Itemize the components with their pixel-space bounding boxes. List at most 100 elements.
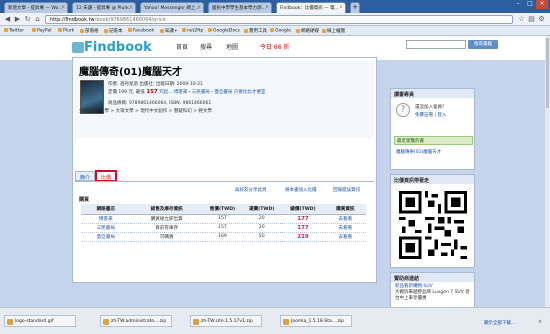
book-info: 魔腦傳奇(01)魔腦天才 作者: 週丹星遊 出版社: 出版日期: 2009-10… [75, 60, 374, 138]
bookmark[interactable]: 記帳本 [104, 28, 123, 34]
question-icon: ? [396, 103, 410, 117]
window-close-icon[interactable]: × [536, 0, 548, 9]
scrollbar-thumb[interactable] [546, 38, 549, 108]
total-cell: 177 [281, 223, 325, 233]
qr-code-image [399, 191, 467, 259]
new-tab-button[interactable]: + [350, 2, 360, 13]
star-icon[interactable]: ☆ [517, 15, 526, 24]
bookmarks-bar: Twitter PayPal Plurk 部落格 記帳本 Facebook 知識… [0, 26, 550, 36]
go-link[interactable]: 去看看 [324, 214, 366, 224]
download-item[interactable]: zh-TW.site.1.5.17v1.zip [190, 315, 262, 327]
bookmark[interactable]: Google [270, 28, 291, 34]
browser-tab-bar: 新增文章 - 提昇專 — Wo... × 12 未讀 - 提昇專 @ Plurk.… [0, 0, 550, 13]
share-link[interactable]: 與好友分享此頁 [235, 187, 267, 193]
search-input[interactable] [406, 40, 466, 49]
show-all-downloads-link[interactable]: 顯示全部下載... [484, 320, 515, 326]
bookmark[interactable]: GoogleDocs [208, 28, 240, 34]
member-box-title: 讀書專員 [391, 89, 474, 98]
search-button[interactable]: 搜尋書籍 [468, 40, 498, 49]
col-header: 售價(TWD) [202, 204, 243, 215]
table-header-row: 網路書店 銷售及庫存資訊 售價(TWD) 運費(TWD) 總價(TWD) 購買資… [81, 204, 366, 215]
price-line: 定價 199 元, 最低 157 元起... 博客來・三民書局・蓋亞書局 只要比… [108, 89, 265, 95]
recent-book-link[interactable]: 魔腦傳奇(01)魔腦天才 [396, 149, 441, 155]
download-item[interactable]: Joomla_1.5.18-Sta....zip [280, 315, 352, 327]
download-item[interactable]: logo-standard.gif [4, 315, 76, 327]
browser-tab[interactable]: 國民中學學生基本學力測... × [208, 2, 272, 13]
wrench-icon[interactable]: ⚙ [537, 15, 546, 24]
total-cell: 219 [281, 232, 325, 242]
tab-divider [75, 181, 374, 182]
table-row: 蓋亞書局 可購買 169 50 219 去看看 [81, 232, 366, 242]
bookmark[interactable]: 知識+ [160, 28, 178, 34]
bookmark[interactable]: Plurk [58, 28, 74, 34]
go-link[interactable]: 去看看 [324, 223, 366, 233]
close-icon[interactable]: × [265, 5, 269, 10]
close-icon[interactable]: × [61, 5, 65, 10]
bookmark[interactable]: Twitter [4, 28, 24, 34]
findbook-logo[interactable]: Findbook [70, 40, 156, 56]
bookmark[interactable]: 網路硬碟 [296, 28, 319, 34]
report-error-link[interactable]: 回報錯誤資訊 [333, 187, 360, 193]
close-icon[interactable]: × [197, 5, 201, 10]
page-menu-icon[interactable]: ▤ [527, 15, 536, 24]
url-path: /book/9789861466064/price [94, 17, 166, 23]
store-link[interactable]: 蓋亞書局 [81, 232, 131, 242]
bookmark[interactable]: 線上繪圖 [322, 28, 345, 34]
browser-tab[interactable]: 新增文章 - 提昇專 — Wo... × [4, 2, 68, 13]
maximize-icon[interactable]: □ [524, 0, 536, 9]
price-table: 網路書店 銷售及庫存資訊 售價(TWD) 運費(TWD) 總價(TWD) 購買資… [81, 204, 366, 242]
browser-tab[interactable]: Yahoo! Messenger 網上... × [140, 2, 204, 13]
stock-cell: 可購買 [130, 232, 203, 242]
bookmark[interactable]: net2ftp [182, 28, 203, 34]
add-compare-link[interactable]: 將本書加入比價 [285, 187, 317, 193]
col-header: 運費(TWD) [242, 204, 282, 215]
col-header: 網路書店 [81, 204, 131, 215]
reload-icon[interactable]: ↻ [23, 15, 32, 24]
bookmark[interactable]: 實用工具 [244, 28, 267, 34]
tab-label: Findbook：比價資訊 — 電... [280, 6, 339, 11]
bookmark[interactable]: 部落格 [80, 28, 99, 34]
download-shelf: logo-standard.gif zh-TW.administrato....… [0, 307, 550, 334]
nav-search[interactable]: 搜尋 [200, 42, 212, 51]
author-line: 作者: 週丹星遊 出版社: 出版日期: 2009-10-21 [108, 82, 203, 87]
web-page: Findbook 首頁 搜尋 地圖 今日 66 折 搜尋書籍 魔腦傳奇(01)魔… [0, 36, 545, 307]
url-host: http://findbook.tw [50, 17, 95, 23]
home-icon[interactable]: ⌂ [33, 15, 42, 24]
browser-tab[interactable]: 12 未讀 - 提昇專 @ Plurk... × [72, 2, 136, 13]
ad-link[interactable]: 新品看新購物:SUV [395, 283, 433, 289]
bookmark[interactable]: PayPal [32, 28, 51, 34]
category-line[interactable]: 分類標籤: 文學 > 大眾文學 > 現代中文創作 > 懸疑科幻 > 輕文學 [79, 108, 212, 114]
nav-map[interactable]: 地圖 [226, 42, 238, 51]
tab-label: 國民中學學生基本學力測... [212, 6, 266, 11]
tab-intro[interactable]: 簡介 [75, 171, 96, 181]
store-link[interactable]: 三民書局 [81, 223, 131, 233]
download-item[interactable]: zh-TW.administrato....zip [100, 315, 172, 327]
price-cell: 157 [202, 214, 243, 224]
col-header: 總價(TWD) [281, 204, 325, 215]
lowest-price: 157 [146, 89, 158, 95]
back-icon[interactable]: ◀ [3, 15, 12, 24]
bookmark[interactable]: Facebook [128, 28, 154, 34]
address-toolbar: ◀ ▶ ↻ ⌂ http://findbook.tw/book/97898614… [0, 13, 550, 26]
nav-home[interactable]: 首頁 [176, 42, 188, 51]
qr-box-title: 比價資訊帶著走 [391, 175, 474, 184]
close-icon[interactable]: × [538, 319, 542, 325]
book-title: 魔腦傳奇(01)魔腦天才 [79, 67, 183, 78]
nav-today-discount[interactable]: 今日 66 折 [260, 42, 289, 51]
close-icon[interactable]: × [129, 5, 133, 10]
price-cell: 157 [202, 223, 243, 233]
member-box: 讀書專員 ? 還沒加入會員? 免費註冊 | 登入 最近瀏覽的書 魔腦傳奇(01)… [390, 88, 475, 170]
minimize-icon[interactable]: – [512, 0, 524, 9]
login-links[interactable]: 免費註冊 | 登入 [415, 112, 446, 118]
table-row: 博客來 購買後立即出貨 157 20 177 去看看 [81, 214, 366, 224]
forward-icon[interactable]: ▶ [13, 15, 22, 24]
go-link[interactable]: 去看看 [324, 232, 366, 242]
scrollbar[interactable] [545, 36, 550, 307]
url-field[interactable]: http://findbook.tw/book/9789861466064/pr… [45, 15, 513, 24]
browser-tab-active[interactable]: Findbook：比價資訊 — 電... × [276, 2, 346, 13]
total-cell: 177 [281, 214, 325, 224]
tab-label: Yahoo! Messenger 網上... [144, 6, 200, 11]
store-link[interactable]: 博客來 [81, 214, 131, 224]
price-suffix[interactable]: 元起... 博客來・三民書局・蓋亞書局 只要比比才便宜 [159, 90, 265, 95]
close-icon[interactable]: × [339, 5, 343, 10]
